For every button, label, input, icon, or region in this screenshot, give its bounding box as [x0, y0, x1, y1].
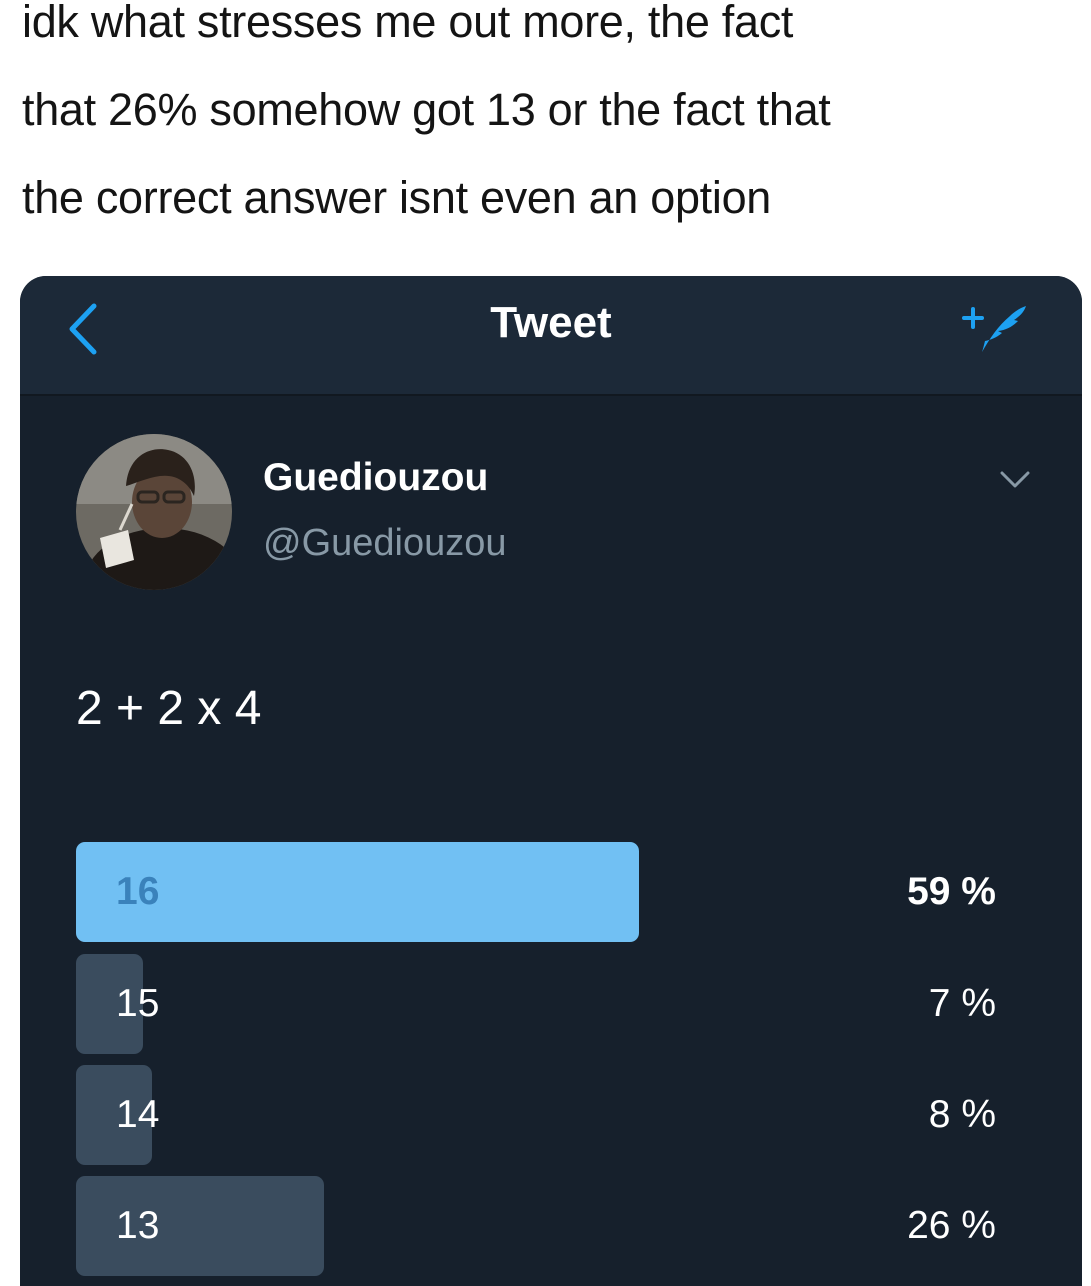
chevron-down-icon [1000, 471, 1030, 488]
display-name[interactable]: Guediouzou [263, 456, 488, 500]
caption-line: the correct answer isnt even an option [22, 172, 772, 223]
poll: 16 59 % 15 7 % 14 8 % 13 26 % [76, 842, 996, 1286]
poll-option-label: 14 [116, 1093, 160, 1136]
top-navigation-bar: Tweet [20, 276, 1082, 396]
poll-option-percent: 7 % [928, 982, 996, 1025]
user-handle[interactable]: @Guediouzou [263, 521, 507, 565]
caption-line: idk what stresses me out more, the fact [22, 0, 794, 47]
poll-option-percent: 8 % [928, 1093, 996, 1136]
poll-option-label: 16 [116, 870, 160, 913]
avatar[interactable] [76, 434, 232, 590]
poll-option-percent: 59 % [907, 870, 996, 913]
poll-option-percent: 26 % [907, 1204, 996, 1247]
post-caption: idk what stresses me out more, the fact … [22, 0, 1082, 242]
poll-option[interactable]: 15 7 % [76, 954, 996, 1054]
poll-option[interactable]: 14 8 % [76, 1065, 996, 1165]
profile-photo [76, 434, 232, 590]
compose-tweet-button[interactable] [952, 294, 1032, 358]
tweet-menu-button[interactable] [998, 468, 1032, 492]
page-title: Tweet [490, 298, 612, 347]
tweet-text: 2 + 2 x 4 [76, 682, 262, 735]
poll-option[interactable]: 13 26 % [76, 1176, 996, 1276]
caption-line: that 26% somehow got 13 or the fact that [22, 84, 831, 135]
compose-tweet-icon [962, 306, 1026, 352]
poll-bar [76, 1176, 324, 1276]
poll-option-label: 13 [116, 1204, 160, 1247]
poll-option-label: 15 [116, 982, 160, 1025]
poll-option[interactable]: 16 59 % [76, 842, 996, 942]
tweet-screen: Tweet Guediouzou @Guediouzou 2 + 2 x 4 1… [20, 276, 1082, 1286]
poll-bar [76, 842, 639, 942]
